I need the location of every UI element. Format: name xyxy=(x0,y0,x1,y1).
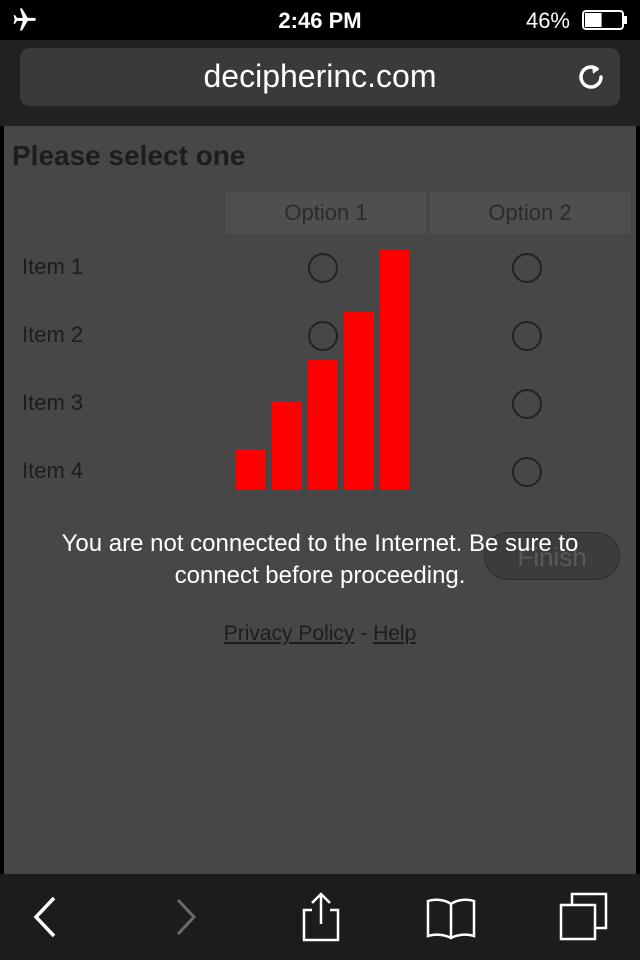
row-label-item-2: Item 2 xyxy=(22,322,84,347)
browser-toolbar xyxy=(0,874,640,960)
footer-links: Privacy Policy - Help xyxy=(4,622,636,646)
signal-bar-4 xyxy=(344,312,374,490)
signal-bar-2 xyxy=(272,401,302,490)
column-header-option-1: Option 1 xyxy=(226,192,426,234)
offline-message: You are not connected to the Internet. B… xyxy=(61,530,579,589)
tabs-icon[interactable] xyxy=(558,892,608,942)
radio-item-2-option-2[interactable] xyxy=(512,321,542,351)
radio-item-1-option-2[interactable] xyxy=(512,253,542,283)
share-icon[interactable] xyxy=(296,892,346,942)
column-header-option-2: Option 2 xyxy=(430,192,630,234)
battery-percent: 46% xyxy=(525,8,570,33)
bookmarks-icon[interactable] xyxy=(426,892,476,942)
signal-bar-3 xyxy=(308,360,338,490)
reload-icon[interactable] xyxy=(574,60,608,94)
row-label-item-4: Item 4 xyxy=(22,458,84,483)
status-bar: 2:46 PM 46% xyxy=(0,0,640,40)
url-text: decipherinc.com xyxy=(203,58,437,94)
page-title: Please select one xyxy=(12,140,246,171)
forward-icon[interactable] xyxy=(160,892,210,942)
privacy-policy-link[interactable]: Privacy Policy xyxy=(224,622,355,645)
radio-item-3-option-2[interactable] xyxy=(512,389,542,419)
back-icon[interactable] xyxy=(22,892,72,942)
connection-bars-icon xyxy=(236,246,416,490)
row-label-item-3: Item 3 xyxy=(22,390,84,415)
address-bar[interactable]: decipherinc.com xyxy=(20,48,620,106)
row-label-item-1: Item 1 xyxy=(22,254,84,279)
signal-bar-5 xyxy=(380,250,410,490)
signal-bar-1 xyxy=(236,449,266,490)
web-content: Please select one Option 1 Option 2 Item… xyxy=(4,126,636,874)
help-link[interactable]: Help xyxy=(373,622,416,645)
battery-icon xyxy=(582,10,627,30)
radio-item-4-option-2[interactable] xyxy=(512,457,542,487)
footer-separator: - xyxy=(354,622,374,645)
browser-header: decipherinc.com xyxy=(0,40,640,126)
